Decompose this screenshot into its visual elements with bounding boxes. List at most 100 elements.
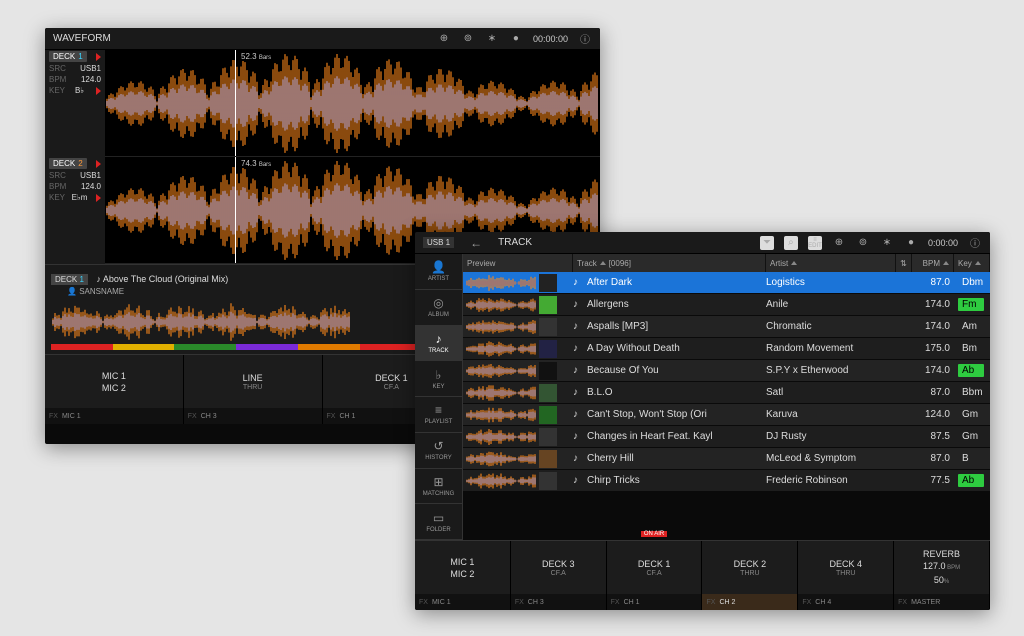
- track-row[interactable]: ♪AllergensAnile174.0Fm: [463, 294, 990, 316]
- music-note-icon: ♪: [573, 321, 583, 332]
- info-icon[interactable]: ⓘ: [578, 32, 592, 46]
- deck1-waveform[interactable]: 52.3 Bars: [105, 50, 600, 157]
- fx-channel[interactable]: FXMIC 1: [45, 408, 184, 424]
- mixer-channel[interactable]: DECK 3CF.A: [511, 541, 607, 594]
- waveform-topbar: WAVEFORM ⊕ ⊚ ∗ ● 00:00:00 ⓘ: [45, 28, 600, 50]
- album-art: [539, 274, 557, 292]
- fx-bar: FXMIC 1FXCH 3FXCH 1FXCH 2FXCH 4FXMASTER: [415, 594, 990, 610]
- category-icon: ▭: [433, 511, 444, 525]
- track-row[interactable]: ♪Can't Stop, Won't Stop (OriKaruva124.0G…: [463, 404, 990, 426]
- track-bpm: 174.0: [912, 365, 954, 376]
- key-indicator-icon: [96, 87, 101, 95]
- track-artist: Random Movement: [766, 343, 896, 354]
- col-key[interactable]: Key: [954, 254, 990, 272]
- track-row[interactable]: ♪Aspalls [MP3]Chromatic174.0Am: [463, 316, 990, 338]
- track-row[interactable]: ♪Cherry HillMcLeod & Symptom87.0B: [463, 448, 990, 470]
- track-artist: S.P.Y x Etherwood: [766, 365, 896, 376]
- track-artist: Karuva: [766, 409, 896, 420]
- source-tab[interactable]: USB 1: [423, 237, 454, 248]
- track-key: Bbm: [958, 386, 987, 399]
- track-title: Because Of You: [587, 365, 659, 376]
- track-bpm: 87.0: [912, 453, 954, 464]
- search-icon[interactable]: ⌕: [784, 236, 798, 250]
- wifi-icon[interactable]: ⊚: [461, 32, 475, 46]
- bluetooth-icon[interactable]: ∗: [485, 32, 499, 46]
- deck2-key: E♭m: [72, 193, 88, 202]
- fx-channel[interactable]: FXMASTER: [894, 594, 990, 610]
- mixer-channel[interactable]: REVERB127.0 BPM50%: [894, 541, 990, 594]
- album-art: [539, 428, 557, 446]
- mixer-channel[interactable]: DECK 4THRU: [798, 541, 894, 594]
- track-row[interactable]: ♪B.L.OSatl87.0Bbm: [463, 382, 990, 404]
- category-track[interactable]: ♪TRACK: [415, 326, 462, 362]
- music-note-icon: ♪: [573, 343, 583, 354]
- category-folder[interactable]: ▭FOLDER: [415, 504, 462, 540]
- track-row[interactable]: ♪After DarkLogistics87.0Dbm: [463, 272, 990, 294]
- deck1-track-title: ♪ Above The Cloud (Original Mix): [96, 274, 228, 284]
- info-icon[interactable]: ⓘ: [968, 236, 982, 250]
- fx-channel[interactable]: FXCH 3: [184, 408, 323, 424]
- sort-asc-icon: [791, 261, 797, 265]
- track-row[interactable]: ♪Changes in Heart Feat. KaylDJ Rusty87.5…: [463, 426, 990, 448]
- fx-channel[interactable]: FXCH 2: [702, 594, 798, 610]
- browser-header: Preview Track [0096] Artist ⇅ BPM Key: [463, 254, 990, 272]
- album-art: [539, 296, 557, 314]
- category-history[interactable]: ↺HISTORY: [415, 433, 462, 469]
- mixer-channel[interactable]: MIC 1MIC 2: [45, 355, 184, 408]
- fx-channel[interactable]: FXCH 4: [798, 594, 894, 610]
- fx-channel[interactable]: FXMIC 1: [415, 594, 511, 610]
- play-indicator-icon: [96, 160, 101, 168]
- network-icon[interactable]: ⊕: [832, 236, 846, 250]
- deck2-badge: DECK 2: [49, 158, 87, 169]
- track-title: A Day Without Death: [587, 343, 680, 354]
- on-air-badge: ON AIR: [641, 531, 667, 537]
- col-track[interactable]: Track [0096]: [573, 254, 766, 272]
- track-bpm: 174.0: [912, 321, 954, 332]
- mixer-channel[interactable]: DECK 2THRU: [702, 541, 798, 594]
- mixer-channel[interactable]: LINETHRU: [184, 355, 323, 408]
- track-list[interactable]: ♪After DarkLogistics87.0Dbm♪AllergensAni…: [463, 272, 990, 540]
- bluetooth-icon[interactable]: ∗: [880, 236, 894, 250]
- mixer-channel[interactable]: MIC 1MIC 2: [415, 541, 511, 594]
- edit-menu-icon[interactable]: ≡EDIT: [808, 236, 822, 250]
- category-icon: ⊞: [433, 475, 443, 489]
- track-artist: Chromatic: [766, 321, 896, 332]
- play-indicator-icon: [96, 53, 101, 61]
- category-matching[interactable]: ⊞MATCHING: [415, 469, 462, 505]
- category-artist[interactable]: 👤ARTIST: [415, 254, 462, 290]
- col-scroll[interactable]: ⇅: [896, 254, 912, 272]
- wifi-icon[interactable]: ⊚: [856, 236, 870, 250]
- category-key[interactable]: ♭KEY: [415, 361, 462, 397]
- track-title: Can't Stop, Won't Stop (Ori: [587, 409, 707, 420]
- deck1-artist: SANSNAME: [79, 287, 124, 296]
- deck2-info-panel: DECK 2 SRCUSB1 BPM124.0 KEYE♭m: [45, 157, 105, 264]
- category-playlist[interactable]: ≡PLAYLIST: [415, 397, 462, 433]
- deck1-overview-waveform[interactable]: [51, 302, 351, 342]
- mixer-channel[interactable]: ON AIRDECK 1CF.A: [607, 541, 703, 594]
- track-key: Ab: [958, 364, 984, 377]
- category-icon: ♪: [436, 332, 442, 346]
- filter-icon[interactable]: ⏷: [760, 236, 774, 250]
- fx-channel[interactable]: FXCH 1: [607, 594, 703, 610]
- deck2-bpm: 124.0: [81, 182, 101, 191]
- rec-icon[interactable]: ●: [904, 236, 918, 250]
- category-album[interactable]: ◎ALBUM: [415, 290, 462, 326]
- fx-channel[interactable]: FXCH 3: [511, 594, 607, 610]
- album-art: [539, 384, 557, 402]
- track-key: Dbm: [958, 276, 987, 289]
- track-row[interactable]: ♪Chirp TricksFrederic Robinson77.5Ab: [463, 470, 990, 492]
- track-row[interactable]: ♪Because Of YouS.P.Y x Etherwood174.0Ab: [463, 360, 990, 382]
- deck2-source: USB1: [80, 171, 101, 180]
- album-art: [539, 450, 557, 468]
- track-row[interactable]: ♪A Day Without DeathRandom Movement175.0…: [463, 338, 990, 360]
- col-artist[interactable]: Artist: [766, 254, 896, 272]
- back-button[interactable]: ←: [464, 236, 488, 250]
- rec-icon[interactable]: ●: [509, 32, 523, 46]
- col-bpm[interactable]: BPM: [912, 254, 954, 272]
- deck1-badge: DECK 1: [49, 51, 87, 62]
- browser-topbar: USB 1 ← TRACK ⏷ ⌕ ≡EDIT ⊕ ⊚ ∗ ● 0:00:00 …: [415, 232, 990, 254]
- category-icon: ≡: [435, 403, 442, 417]
- col-preview[interactable]: Preview: [463, 254, 573, 272]
- network-icon[interactable]: ⊕: [437, 32, 451, 46]
- track-title: After Dark: [587, 277, 632, 288]
